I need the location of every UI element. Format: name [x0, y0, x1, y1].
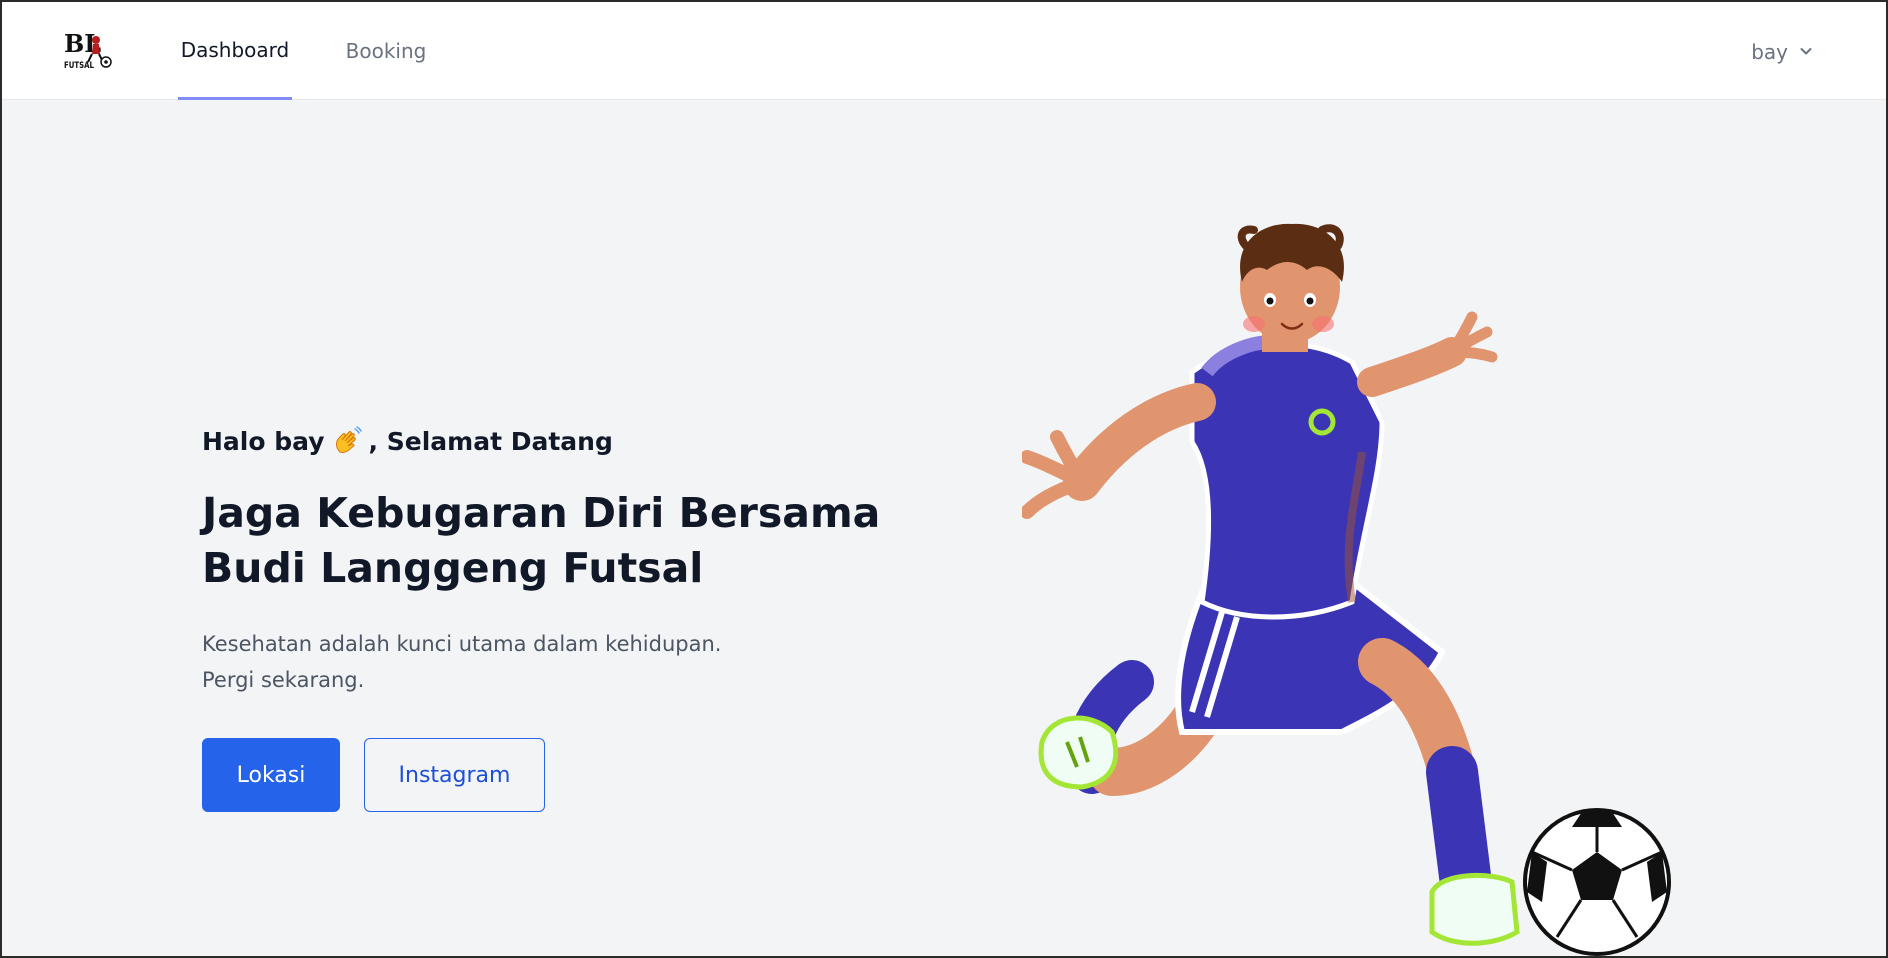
chevron-down-icon — [1798, 40, 1814, 64]
nav-link-booking[interactable]: Booking — [336, 2, 436, 100]
waving-hand-icon — [331, 425, 363, 457]
hero-buttons: Lokasi Instagram — [202, 738, 882, 812]
user-name: bay — [1751, 40, 1788, 64]
subtext-line-2: Pergi sekarang. — [202, 668, 365, 692]
greeting: Halo bay , Selamat Datang — [202, 422, 882, 460]
hero-subtext: Kesehatan adalah kunci utama dalam kehid… — [202, 626, 882, 698]
lokasi-button[interactable]: Lokasi — [202, 738, 340, 812]
instagram-button[interactable]: Instagram — [364, 738, 545, 812]
top-navbar: BL FUTSAL Dashboard Booking bay — [2, 2, 1886, 100]
headline-line-2: Budi Langgeng Futsal — [202, 544, 704, 592]
user-menu[interactable]: bay — [1751, 38, 1814, 66]
greeting-prefix: Halo bay — [202, 426, 325, 456]
nav-link-dashboard[interactable]: Dashboard — [178, 2, 292, 100]
hero-headline: Jaga Kebugaran Diri Bersama Budi Langgen… — [202, 486, 882, 596]
logo[interactable]: BL FUTSAL — [62, 29, 114, 74]
futsal-player-illustration — [1020, 212, 1682, 958]
headline-line-1: Jaga Kebugaran Diri Bersama — [202, 489, 881, 537]
hero-text: Halo bay , Selamat Datang Jaga Kebugaran… — [202, 422, 882, 812]
greeting-suffix: , Selamat Datang — [368, 426, 613, 456]
subtext-line-1: Kesehatan adalah kunci utama dalam kehid… — [202, 632, 722, 656]
svg-text:FUTSAL: FUTSAL — [64, 61, 94, 71]
